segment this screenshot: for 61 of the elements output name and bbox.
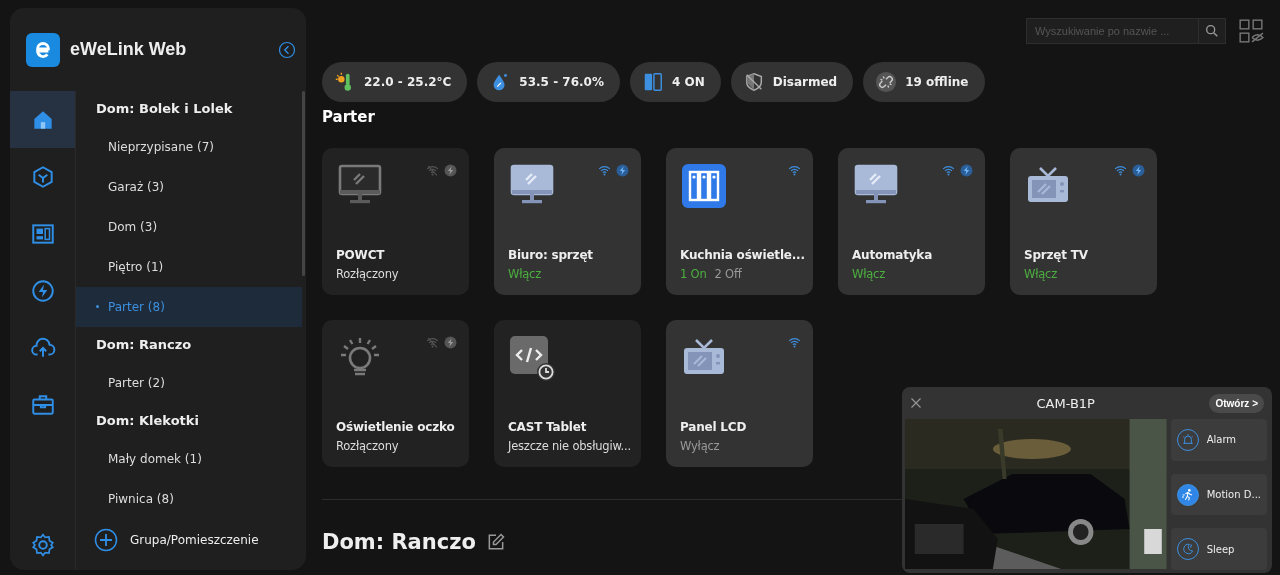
camera-action[interactable]: Sleep [1170,528,1267,570]
device-name: Automatyka [852,248,934,262]
device-name: POWCT [336,248,386,262]
stat-chip[interactable]: Disarmed [730,62,854,102]
home-heading: Dom: Bolek i Lolek [95,100,234,118]
switch-panel-icon [680,162,728,210]
search-button[interactable] [1199,18,1226,44]
device-card[interactable]: Panel LCD Wyłącz [666,320,813,467]
device-status: 2 Off [714,267,742,281]
bolt-icon[interactable] [29,277,56,304]
room-item[interactable]: Parter (2) [76,363,302,403]
home-heading: Dom: Ranczo [95,336,193,354]
device-status: Włącz [508,267,542,281]
collapse-icon[interactable] [278,40,296,59]
camera-title: CAM-B1P [1035,395,1096,411]
home-heading: Dom: Klekotki [95,412,200,430]
device-card[interactable]: Oświetlenie oczko Rozłączony [322,320,469,467]
stat-chip[interactable]: 4 ON [629,62,721,102]
device-name: Oświetlenie oczko [336,420,456,434]
app-title: eWeLink Web [70,39,188,60]
camera-action[interactable]: Alarm [1170,419,1267,461]
device-card[interactable]: Biuro: sprzęt Włącz [494,148,641,295]
stat-chip[interactable]: 53.5 - 76.0% [477,62,620,102]
room-item[interactable]: Dom (3) [76,207,302,247]
device-name: Panel LCD [680,420,748,434]
device-status: 1 On [680,267,707,281]
room-item[interactable]: Piętro (1) [76,247,302,287]
device-status: Włącz [1024,267,1058,281]
room-item[interactable]: Mały domek (1) [76,439,302,479]
open-button[interactable]: Otwórz > [1209,393,1264,413]
room-item[interactable]: Piwnica (8) [76,479,302,519]
view-toggle-icon[interactable] [1238,18,1264,44]
device-card[interactable]: Automatyka Włącz [838,148,985,295]
device-card[interactable]: Sprzęt TV Włącz [1010,148,1157,295]
device-card[interactable]: POWCT Rozłączony [322,148,469,295]
settings-icon[interactable] [29,532,56,558]
device-name: Sprzęt TV [1024,248,1089,262]
device-name: Biuro: sprzęt [508,248,594,262]
search-icon[interactable] [1204,23,1220,39]
room-item[interactable]: Parter (8) [76,287,302,327]
close-icon[interactable] [910,397,922,409]
device-card[interactable]: CAST Tablet Jeszcze nie obsługiw... [494,320,641,467]
room-item[interactable]: Nieprzypisane (7) [76,127,302,167]
device-status: Wyłącz [680,439,720,453]
logo-icon [26,32,60,67]
code-clock-icon [508,334,556,382]
section-heading: Dom: Ranczo [322,530,476,554]
section-heading: Parter [322,108,375,126]
add-icon[interactable] [94,528,118,552]
device-status: Rozłączony [336,439,399,453]
device-status: Jeszcze nie obsługiw... [508,439,631,453]
device-name: CAST Tablet [508,420,588,434]
room-item[interactable]: Garaż (3) [76,167,302,207]
add-group-link[interactable]: Grupa/Pomieszczenie [130,533,259,547]
camera-action[interactable]: Motion D... [1170,473,1267,516]
broken-link-icon [875,71,898,93]
device-status: Rozłączony [336,267,399,281]
device-card[interactable]: Kuchnia oświetle... 1 On 2 Off [666,148,813,295]
stat-chip[interactable]: 22.0 - 25.2°C [322,62,468,102]
device-status: Włącz [852,267,886,281]
stat-chip[interactable]: 19 offline [863,62,985,102]
